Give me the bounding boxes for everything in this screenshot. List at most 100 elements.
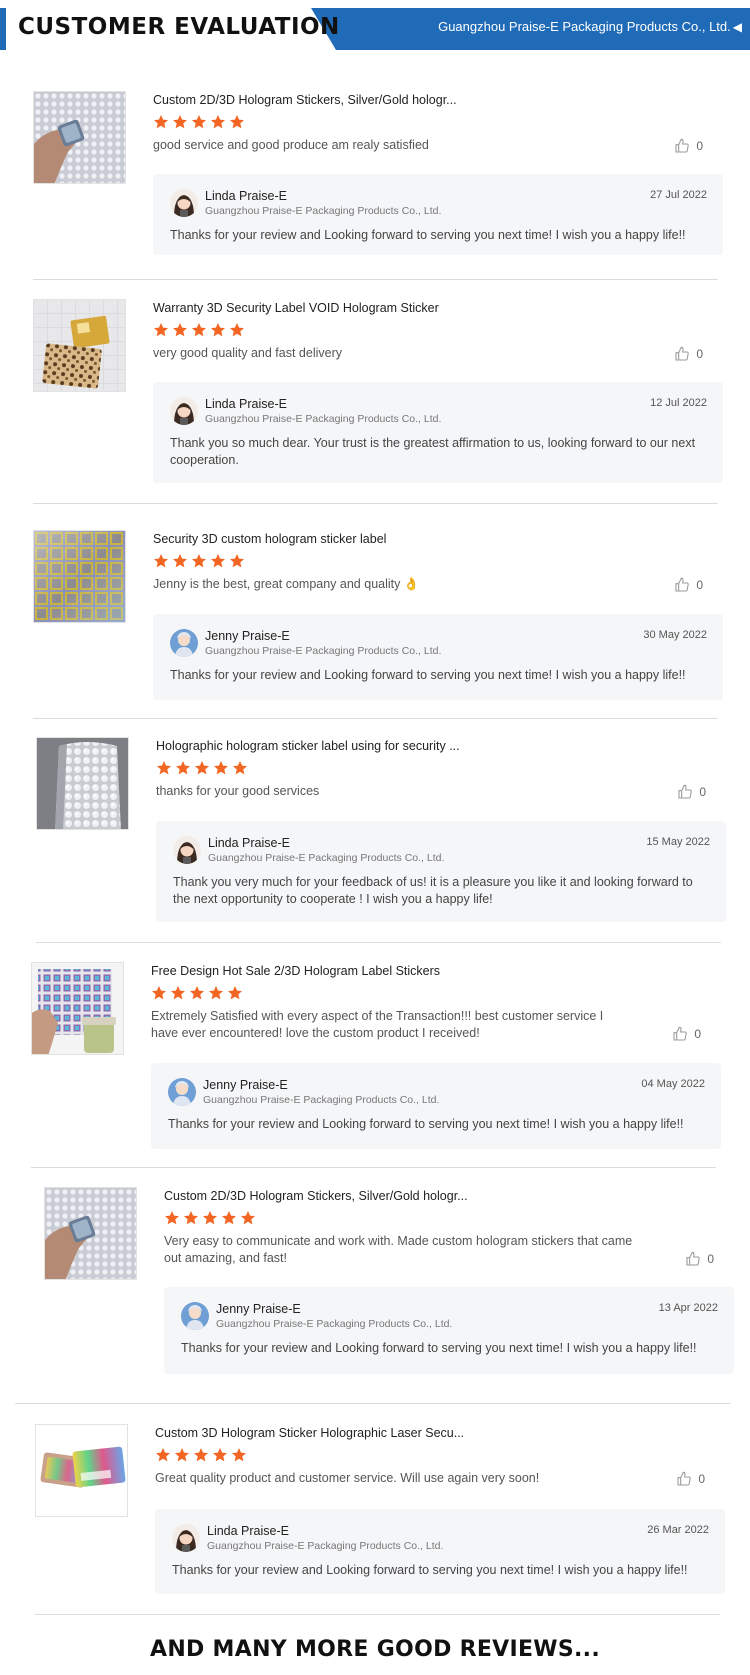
footer-tagline: AND MANY MORE GOOD REVIEWS... [150,1637,600,1662]
star-icon [191,553,207,569]
star-icon [227,985,243,1001]
seller-reply: Linda Praise-E Guangzhou Praise-E Packag… [153,382,723,483]
thumbs-up-icon [674,138,690,154]
reply-author-name: Linda Praise-E [205,189,287,203]
review-text: very good quality and fast delivery [153,346,342,360]
review-text: thanks for your good services [156,784,320,798]
reply-text: Thanks for your review and Looking forwa… [172,1563,688,1577]
product-title[interactable]: Holographic hologram sticker label using… [156,737,726,755]
like-button[interactable]: 0 [674,346,703,362]
review-card: Free Design Hot Sale 2/3D Hologram Label… [31,962,721,1152]
review-divider [35,1614,720,1615]
like-count: 0 [696,347,703,361]
review-card: Custom 3D Hologram Sticker Holographic L… [35,1424,725,1594]
product-title[interactable]: Security 3D custom hologram sticker labe… [153,530,723,548]
star-icon [172,553,188,569]
avatar [181,1302,209,1330]
reply-text: Thank you so much dear. Your trust is th… [170,436,696,467]
product-title[interactable]: Custom 2D/3D Hologram Stickers, Silver/G… [164,1187,734,1205]
star-icon [164,1210,180,1226]
seller-reply: Linda Praise-E Guangzhou Praise-E Packag… [155,1509,725,1594]
product-thumbnail[interactable] [36,737,129,830]
review-text: Extremely Satisfied with every aspect of… [151,1009,604,1040]
star-icon [202,1210,218,1226]
star-rating [156,760,726,778]
star-rating [164,1210,734,1228]
star-icon [183,1210,199,1226]
header-banner: CUSTOMER EVALUATION Guangzhou Praise-E P… [0,8,750,50]
review-divider [31,1167,716,1168]
review-card: Security 3D custom hologram sticker labe… [33,530,723,700]
star-icon [210,322,226,338]
reply-date: 26 Mar 2022 [647,1524,709,1536]
thumbs-up-icon [674,577,690,593]
like-button[interactable]: 0 [674,577,703,593]
product-title[interactable]: Free Design Hot Sale 2/3D Hologram Label… [151,962,721,980]
avatar [170,397,198,425]
arrow-left-icon: ◀ [732,20,742,34]
review-divider [33,503,718,504]
reply-date: 12 Jul 2022 [650,397,707,409]
seller-reply: Jenny Praise-E Guangzhou Praise-E Packag… [164,1287,734,1374]
review-divider [33,279,718,280]
reply-author-name: Jenny Praise-E [203,1078,288,1092]
product-title[interactable]: Warranty 3D Security Label VOID Hologram… [153,299,723,317]
like-count: 0 [694,1027,701,1041]
star-icon [193,1447,209,1463]
star-icon [153,322,169,338]
product-thumbnail[interactable] [33,530,126,623]
reply-author-name: Linda Praise-E [205,397,287,411]
star-rating [153,114,723,132]
star-rating [155,1447,725,1465]
review-divider [33,718,718,719]
star-icon [174,1447,190,1463]
product-thumbnail[interactable] [33,299,126,392]
like-count: 0 [707,1252,714,1266]
star-icon [212,1447,228,1463]
product-thumbnail[interactable] [35,1424,128,1517]
star-icon [240,1210,256,1226]
reply-company-name: Guangzhou Praise-E Packaging Products Co… [203,1094,440,1106]
review-card: Holographic hologram sticker label using… [36,737,726,927]
star-icon [213,760,229,776]
star-icon [229,114,245,130]
review-text: Great quality product and customer servi… [155,1471,540,1485]
product-thumbnail[interactable] [33,91,126,184]
like-button[interactable]: 0 [685,1251,714,1267]
like-count: 0 [699,785,706,799]
like-button[interactable]: 0 [672,1026,701,1042]
like-button[interactable]: 0 [676,1471,705,1487]
product-title[interactable]: Custom 3D Hologram Sticker Holographic L… [155,1424,725,1442]
star-icon [208,985,224,1001]
thumbs-up-icon [685,1251,701,1267]
product-title[interactable]: Custom 2D/3D Hologram Stickers, Silver/G… [153,91,723,109]
product-thumbnail[interactable] [44,1187,137,1280]
star-icon [172,322,188,338]
reply-company-name: Guangzhou Praise-E Packaging Products Co… [207,1540,444,1552]
like-count: 0 [696,139,703,153]
reply-date: 04 May 2022 [641,1078,705,1090]
star-icon [151,985,167,1001]
star-icon [175,760,191,776]
star-rating [153,553,723,571]
avatar [170,629,198,657]
reply-company-name: Guangzhou Praise-E Packaging Products Co… [205,205,442,217]
star-icon [172,114,188,130]
star-icon [231,1447,247,1463]
star-icon [221,1210,237,1226]
like-button[interactable]: 0 [677,784,706,800]
like-button[interactable]: 0 [674,138,703,154]
reply-date: 13 Apr 2022 [658,1302,718,1314]
star-icon [156,760,172,776]
banner-left-stripe [0,8,5,50]
star-icon [229,322,245,338]
review-text: Very easy to communicate and work with. … [164,1234,633,1265]
product-thumbnail[interactable] [31,962,124,1055]
reply-author-name: Linda Praise-E [207,1524,289,1538]
review-text: good service and good produce am realy s… [153,138,429,152]
review-card: Custom 2D/3D Hologram Stickers, Silver/G… [44,1187,734,1377]
star-icon [189,985,205,1001]
star-icon [170,985,186,1001]
star-icon [191,114,207,130]
reply-author-name: Linda Praise-E [208,836,290,850]
